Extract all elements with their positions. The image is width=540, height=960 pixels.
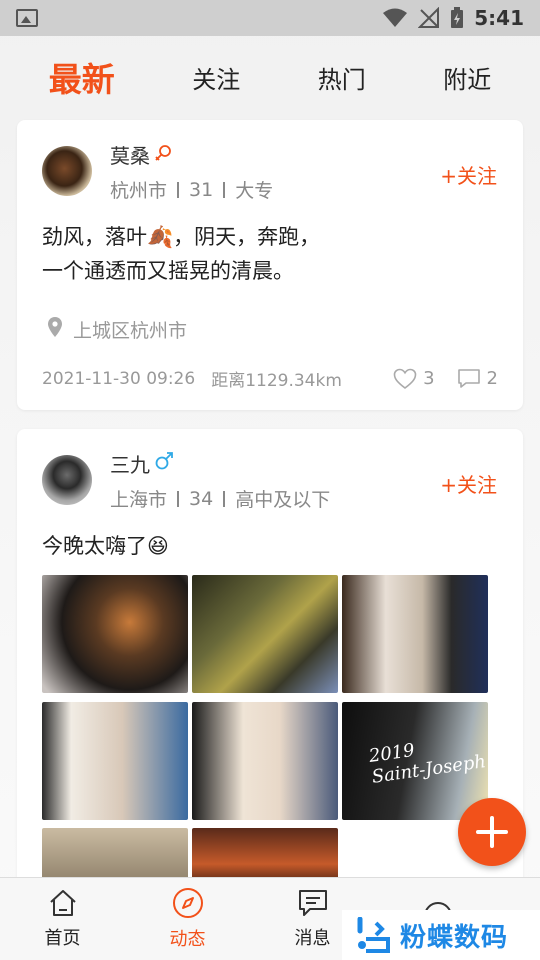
gallery-icon xyxy=(16,9,38,27)
comment-button[interactable]: 2 xyxy=(457,368,498,390)
comment-icon xyxy=(457,368,480,388)
username[interactable]: 三九 xyxy=(110,449,150,478)
user-meta: 杭州市 31 大专 xyxy=(110,176,273,203)
city: 上海市 xyxy=(110,489,168,511)
no-signal-icon xyxy=(418,7,440,29)
education: 高中及以下 xyxy=(235,489,331,511)
watermark-logo-icon xyxy=(356,916,392,953)
home-icon xyxy=(49,890,76,916)
post-footer: 2021-11-30 09:26 距离1129.34km 3 2 xyxy=(42,366,498,391)
plus-icon xyxy=(476,816,508,848)
location-pin-icon xyxy=(47,316,63,343)
feed-tabs: 最新 关注 热门 附近 xyxy=(0,36,540,118)
follow-button[interactable]: +关注 xyxy=(440,160,497,189)
avatar[interactable] xyxy=(42,146,92,196)
post-text-line: 一个通透而又摇晃的清晨。 xyxy=(42,259,294,283)
post-location[interactable]: 上城区杭州市 xyxy=(47,316,187,343)
nav-home[interactable]: 首页 xyxy=(0,878,125,960)
nav-moments-label: 动态 xyxy=(169,929,206,950)
post-text-line: 劲风，落叶🍂，阴天，奔跑， xyxy=(42,225,321,249)
avatar[interactable] xyxy=(42,455,92,505)
status-bar: 5:41 xyxy=(0,0,540,36)
tab-following[interactable]: 关注 xyxy=(192,60,240,95)
post-photo[interactable]: 2019 Saint-Joseph xyxy=(342,702,488,820)
create-post-button[interactable] xyxy=(458,798,526,866)
post-distance: 距离1129.34km xyxy=(211,371,342,391)
post-card[interactable]: 莫桑 杭州市 31 大专 +关注 劲风，落叶🍂，阴天，奔跑， 一个通透而又摇晃的… xyxy=(17,120,523,410)
divider xyxy=(177,181,180,198)
education: 大专 xyxy=(235,180,274,202)
location-text: 上城区杭州市 xyxy=(73,320,188,342)
age: 34 xyxy=(189,487,214,510)
heart-icon xyxy=(393,368,417,389)
age: 31 xyxy=(189,178,214,201)
post-photo[interactable] xyxy=(42,575,188,693)
watermark: 粉蝶数码 xyxy=(342,910,540,960)
post-photo[interactable] xyxy=(342,575,488,693)
post-content: 劲风，落叶🍂，阴天，奔跑， 一个通透而又摇晃的清晨。 xyxy=(42,220,502,288)
tab-hot[interactable]: 热门 xyxy=(318,60,366,95)
divider xyxy=(223,181,226,198)
post-text: 今晚太嗨了😆 xyxy=(42,534,169,558)
post-photo[interactable] xyxy=(192,702,338,820)
like-count: 3 xyxy=(423,368,435,389)
female-icon xyxy=(154,143,172,167)
nav-messages-label: 消息 xyxy=(294,928,331,949)
tab-nearby[interactable]: 附近 xyxy=(443,60,491,95)
photo-wine-label: 2019 Saint-Joseph xyxy=(368,730,488,788)
post-card[interactable]: 三九 上海市 34 高中及以下 +关注 今晚太嗨了😆 2019 Saint-Jo… xyxy=(17,429,523,889)
username[interactable]: 莫桑 xyxy=(110,140,150,169)
watermark-text: 粉蝶数码 xyxy=(400,922,509,953)
divider xyxy=(177,490,180,507)
wifi-icon xyxy=(382,8,408,28)
nav-home-label: 首页 xyxy=(44,928,81,949)
like-button[interactable]: 3 xyxy=(393,368,435,390)
male-icon xyxy=(154,451,174,476)
battery-icon xyxy=(450,7,464,29)
follow-button[interactable]: +关注 xyxy=(440,469,497,498)
post-photo[interactable] xyxy=(192,575,338,693)
divider xyxy=(223,490,226,507)
post-time: 2021-11-30 09:26 xyxy=(42,368,196,389)
comment-count: 2 xyxy=(486,368,498,389)
tab-latest[interactable]: 最新 xyxy=(49,53,115,101)
nav-moments[interactable]: 动态 xyxy=(125,878,250,960)
compass-icon xyxy=(172,888,203,918)
city: 杭州市 xyxy=(110,180,168,202)
message-icon xyxy=(298,890,327,916)
user-meta: 上海市 34 高中及以下 xyxy=(110,485,330,512)
clock: 5:41 xyxy=(474,6,524,30)
post-photo[interactable] xyxy=(42,702,188,820)
